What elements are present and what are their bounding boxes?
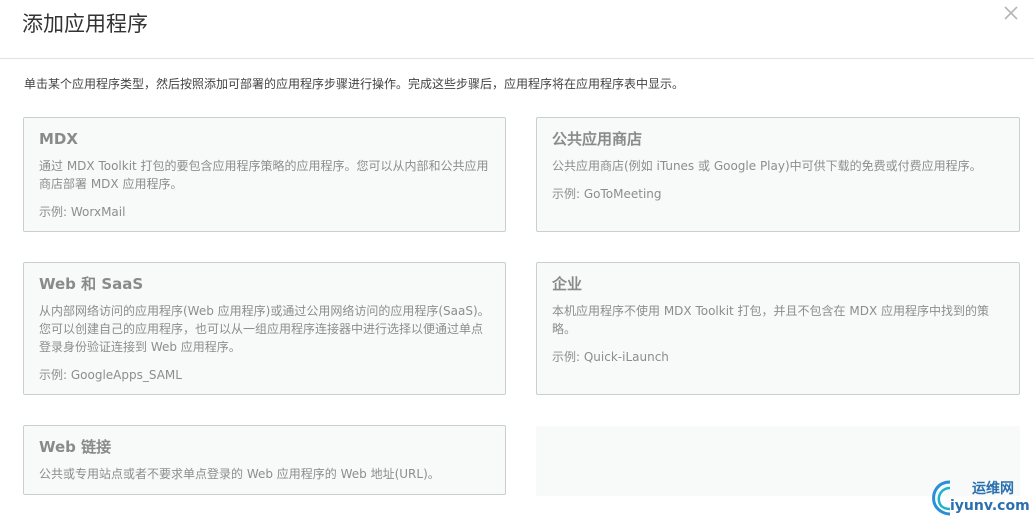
card-title: Web 链接 [39, 438, 112, 456]
app-type-card-enterprise[interactable]: 企业 本机应用程序不使用 MDX Toolkit 打包，并且不包含在 MDX 应… [536, 262, 1020, 395]
app-type-card-web-saas[interactable]: Web 和 SaaS 从内部网络访问的应用程序(Web 应用程序)或通过公用网络… [23, 262, 506, 395]
card-description: 通过 MDX Toolkit 打包的要包含应用程序策略的应用程序。您可以从内部和… [39, 159, 489, 191]
dialog-title: 添加应用程序 [22, 12, 148, 36]
card-title: 公共应用商店 [552, 130, 643, 148]
watermark-text-cn: 运维网 [972, 481, 1014, 497]
card-example: 示例: GoogleApps_SAML [39, 368, 182, 382]
card-description: 从内部网络访问的应用程序(Web 应用程序)或通过公用网络访问的应用程序(Saa… [39, 304, 490, 354]
card-example: 示例: Quick-iLaunch [552, 350, 669, 364]
card-description: 公共或专用站点或者不要求单点登录的 Web 应用程序的 Web 地址(URL)。 [39, 467, 440, 481]
card-example: 示例: WorxMail [39, 205, 126, 219]
app-type-card-mdx[interactable]: MDX 通过 MDX Toolkit 打包的要包含应用程序策略的应用程序。您可以… [23, 117, 506, 232]
card-title: 企业 [552, 275, 583, 293]
instructions-text: 单击某个应用程序类型，然后按照添加可部署的应用程序步骤进行操作。完成这些步骤后，… [24, 77, 685, 91]
header-divider [0, 58, 1034, 59]
app-type-card-web-link[interactable]: Web 链接 公共或专用站点或者不要求单点登录的 Web 应用程序的 Web 地… [23, 425, 506, 495]
card-example: 示例: GoToMeeting [552, 187, 662, 201]
watermark-text-url: iyunv.com [950, 498, 1030, 514]
app-type-card-public-store[interactable]: 公共应用商店 公共应用商店(例如 iTunes 或 Google Play)中可… [536, 117, 1020, 232]
card-description: 公共应用商店(例如 iTunes 或 Google Play)中可供下载的免费或… [552, 159, 982, 173]
card-description: 本机应用程序不使用 MDX Toolkit 打包，并且不包含在 MDX 应用程序… [552, 304, 990, 336]
watermark-logo: 运维网 iyunv.com [928, 476, 1030, 520]
card-title: Web 和 SaaS [39, 275, 144, 293]
card-title: MDX [39, 130, 78, 148]
close-icon[interactable] [1003, 5, 1019, 21]
